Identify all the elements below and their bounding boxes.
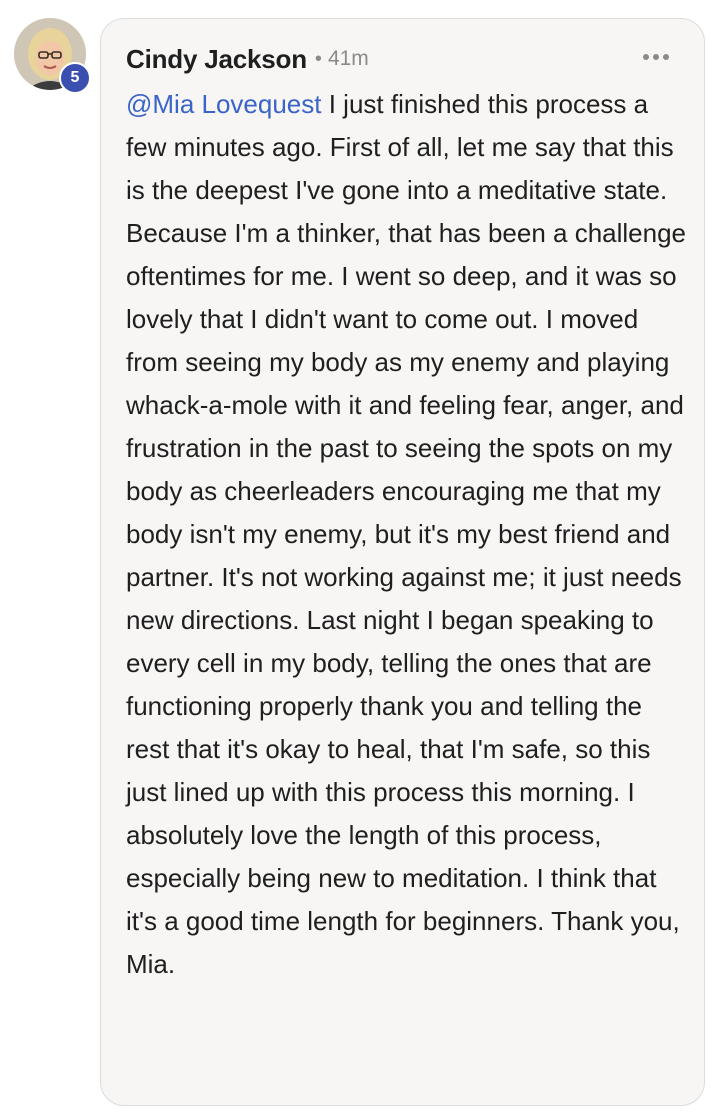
comment-header: Cindy Jackson • 41m bbox=[126, 41, 680, 77]
author-name[interactable]: Cindy Jackson bbox=[126, 44, 307, 75]
comment-card: Cindy Jackson • 41m @Mia Lovequest I jus… bbox=[100, 18, 705, 1106]
level-badge: 5 bbox=[59, 62, 91, 94]
mention-link[interactable]: @Mia Lovequest bbox=[126, 89, 322, 119]
more-options-button[interactable] bbox=[640, 45, 672, 69]
separator-dot: • bbox=[314, 47, 322, 70]
comment-text: I just finished this process a few minut… bbox=[126, 89, 687, 979]
comment-body: @Mia Lovequest I just finished this proc… bbox=[126, 83, 686, 986]
author-avatar-group[interactable]: 5 bbox=[14, 18, 91, 94]
timestamp[interactable]: 41m bbox=[328, 47, 369, 71]
more-horizontal-icon bbox=[643, 54, 669, 60]
